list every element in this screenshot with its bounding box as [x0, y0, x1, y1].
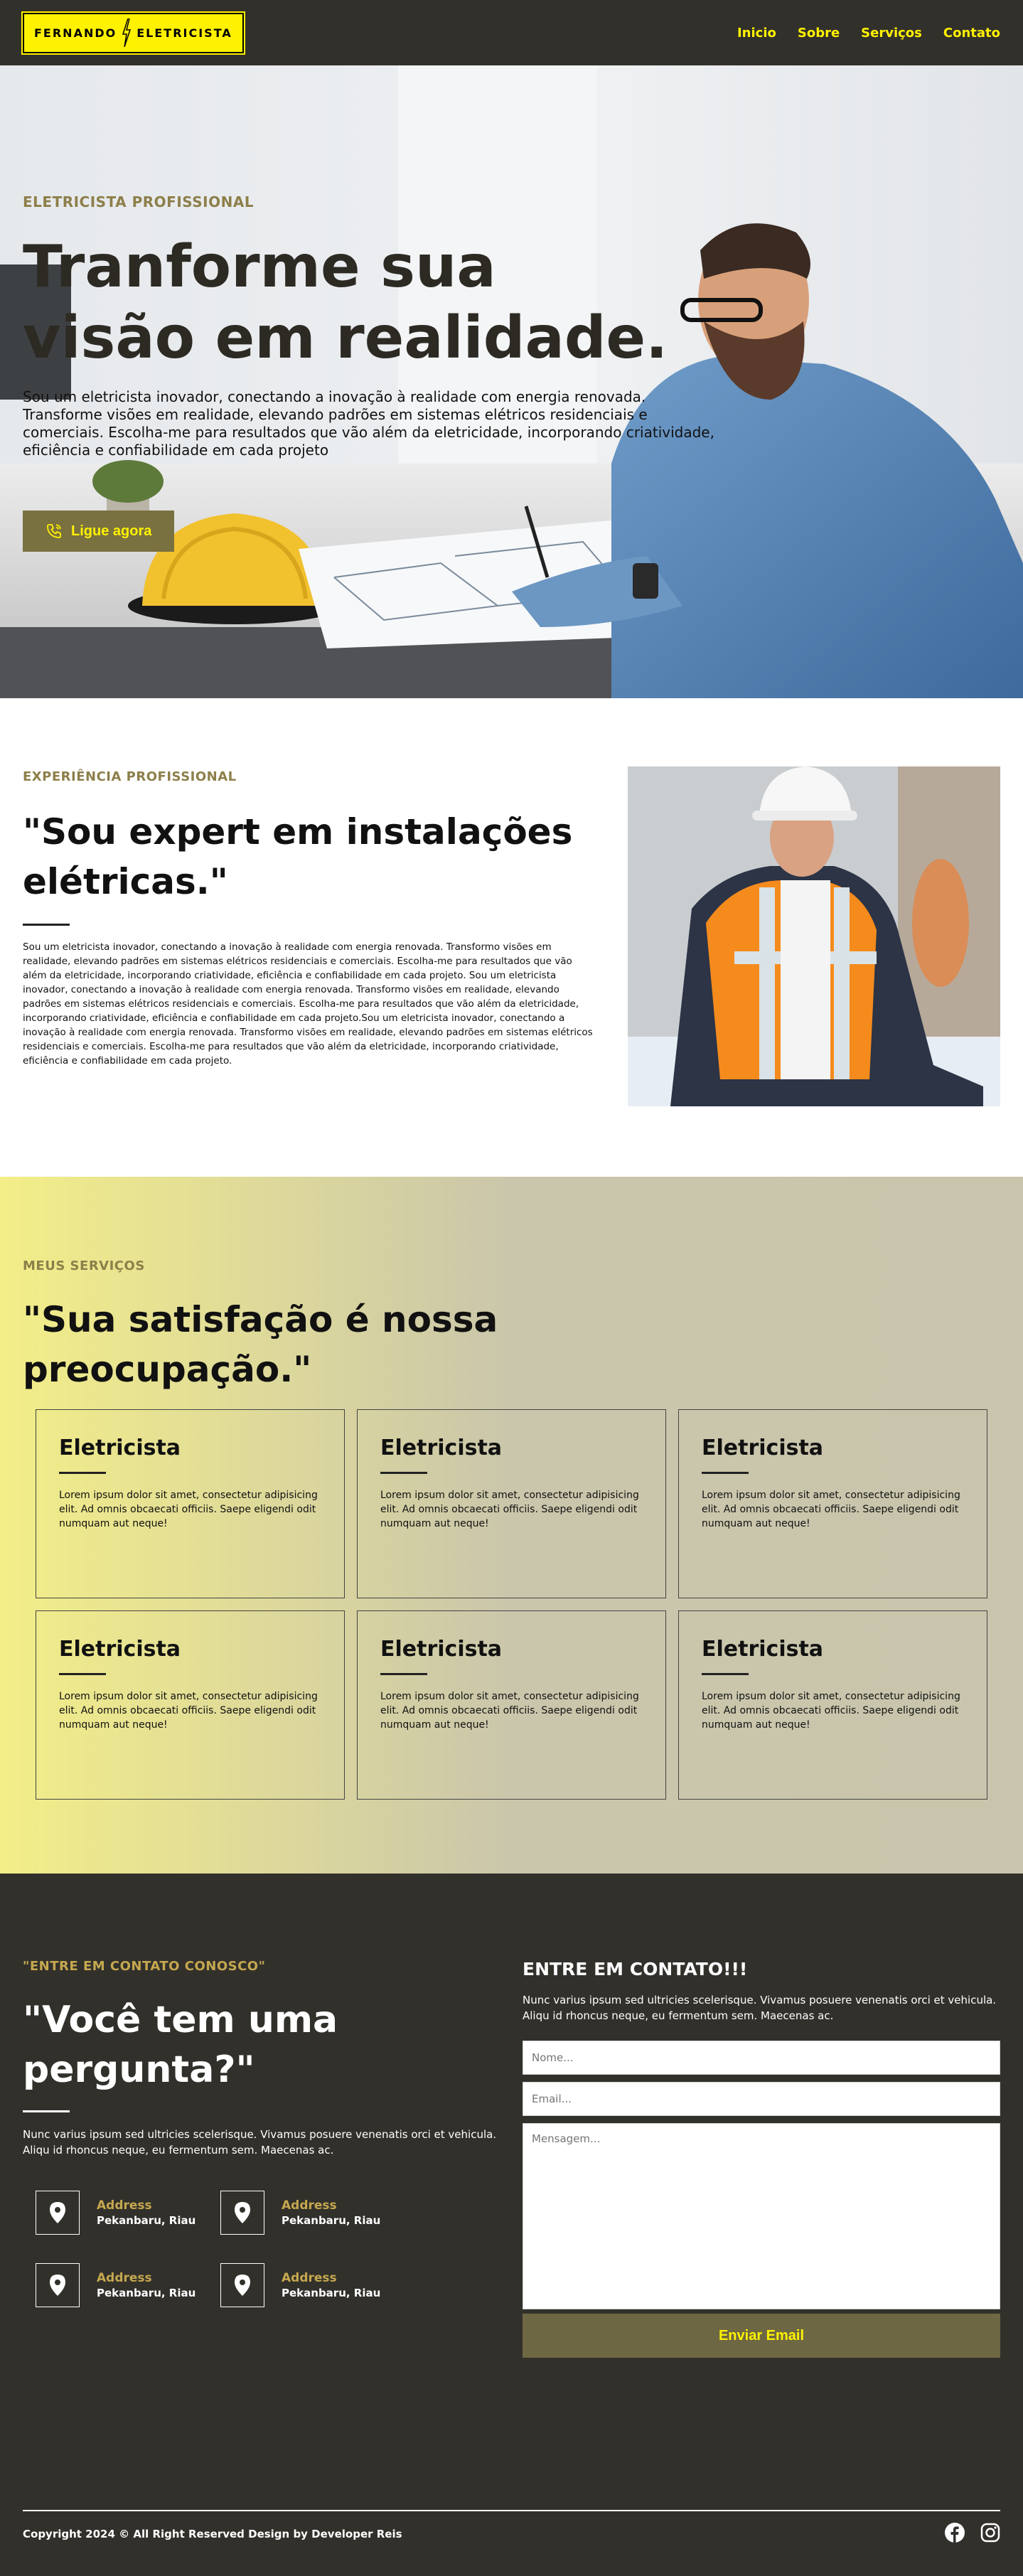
- send-email-button[interactable]: Enviar Email: [523, 2314, 1000, 2358]
- nav-link-sobre[interactable]: Sobre: [798, 26, 840, 41]
- address-label: Address: [97, 2198, 152, 2213]
- service-card-text: Lorem ipsum dolor sit amet, consectetur …: [380, 1691, 639, 1731]
- address-value: Pekanbaru, Riau: [97, 2214, 196, 2227]
- service-card-text: Lorem ipsum dolor sit amet, consectetur …: [59, 1691, 318, 1731]
- service-card-text: Lorem ipsum dolor sit amet, consectetur …: [702, 1691, 960, 1731]
- logo[interactable]: FERNANDO ELETRICISTA: [23, 12, 244, 53]
- service-card-title: Eletricista: [702, 1637, 824, 1662]
- address-item: Address Pekanbaru, Riau: [220, 2191, 405, 2235]
- call-now-button[interactable]: Ligue agora: [23, 511, 175, 552]
- hero-section: ELETRICISTA PROFISSIONAL Tranforme sua v…: [0, 65, 1023, 698]
- service-card[interactable]: Eletricista Lorem ipsum dolor sit amet, …: [36, 1610, 345, 1800]
- nav-link-servicos[interactable]: Serviços: [861, 26, 922, 41]
- phone-icon: [47, 524, 61, 538]
- address-value: Pekanbaru, Riau: [282, 2214, 381, 2227]
- divider: [59, 1673, 106, 1675]
- address-label: Address: [282, 2198, 337, 2213]
- divider: [380, 1673, 427, 1675]
- service-card[interactable]: Eletricista Lorem ipsum dolor sit amet, …: [678, 1610, 987, 1800]
- divider: [702, 1472, 749, 1474]
- site-footer: Copyright 2024 © All Right Reserved Desi…: [23, 2510, 1000, 2545]
- services-section: MEUS SERVIÇOS "Sua satisfação é nossa pr…: [0, 1177, 1023, 1874]
- hero-description: Sou um eletricista inovador, conectando …: [23, 388, 714, 459]
- nav-link-contato[interactable]: Contato: [943, 26, 1000, 41]
- electrician-photo: [628, 766, 1000, 1106]
- service-card-text: Lorem ipsum dolor sit amet, consectetur …: [702, 1490, 960, 1529]
- instagram-icon[interactable]: [980, 2523, 1000, 2545]
- service-cards: Eletricista Lorem ipsum dolor sit amet, …: [36, 1409, 988, 1800]
- name-field[interactable]: [523, 2041, 1000, 2075]
- hero-title: Tranforme sua visão em realidade.: [23, 233, 668, 372]
- main-menu: Inicio Sobre Serviços Contato: [737, 26, 1000, 41]
- address-value: Pekanbaru, Riau: [97, 2287, 196, 2299]
- service-card-text: Lorem ipsum dolor sit amet, consectetur …: [59, 1490, 318, 1529]
- service-card[interactable]: Eletricista Lorem ipsum dolor sit amet, …: [678, 1409, 987, 1598]
- divider: [23, 924, 70, 926]
- service-card[interactable]: Eletricista Lorem ipsum dolor sit amet, …: [357, 1610, 666, 1800]
- nav-link-inicio[interactable]: Inicio: [737, 26, 776, 41]
- service-card-title: Eletricista: [380, 1637, 503, 1662]
- social-links: [945, 2523, 1000, 2545]
- contact-info: "ENTRE EM CONTATO CONOSCO" "Você tem uma…: [23, 1959, 513, 2307]
- address-item: Address Pekanbaru, Riau: [36, 2191, 220, 2235]
- hero-content: ELETRICISTA PROFISSIONAL Tranforme sua v…: [23, 193, 734, 552]
- form-description: Nunc varius ipsum sed ultricies sceleris…: [523, 1994, 997, 2022]
- address-label: Address: [97, 2271, 152, 2285]
- lightning-icon: [122, 18, 132, 47]
- form-title: ENTRE EM CONTATO!!!: [523, 1959, 748, 1979]
- location-pin-icon: [220, 2191, 264, 2235]
- address-value: Pekanbaru, Riau: [282, 2287, 381, 2299]
- logo-text-left: FERNANDO: [34, 26, 117, 40]
- divider: [59, 1472, 106, 1474]
- logo-text-right: ELETRICISTA: [136, 26, 232, 40]
- services-kicker: MEUS SERVIÇOS: [23, 1258, 145, 1273]
- location-pin-icon: [36, 2191, 80, 2235]
- facebook-icon[interactable]: [945, 2523, 965, 2545]
- service-card-title: Eletricista: [380, 1436, 503, 1460]
- location-pin-icon: [220, 2263, 264, 2307]
- email-field[interactable]: [523, 2082, 1000, 2116]
- services-header: MEUS SERVIÇOS "Sua satisfação é nossa pr…: [23, 1258, 520, 1394]
- address-item: Address Pekanbaru, Riau: [220, 2263, 405, 2307]
- navbar: FERNANDO ELETRICISTA Inicio Sobre Serviç…: [0, 0, 1023, 65]
- service-card-title: Eletricista: [59, 1436, 181, 1460]
- contact-section: "ENTRE EM CONTATO CONOSCO" "Você tem uma…: [0, 1874, 1023, 2576]
- call-now-label: Ligue agora: [71, 523, 152, 539]
- divider: [702, 1673, 749, 1675]
- divider: [380, 1472, 427, 1474]
- about-description: Sou um eletricista inovador, conectando …: [23, 941, 593, 1067]
- service-card-title: Eletricista: [702, 1436, 824, 1460]
- about-section: EXPERIÊNCIA PROFISSIONAL "Sou expert em …: [0, 698, 1023, 1177]
- contact-title: "Você tem uma pergunta?": [23, 1999, 338, 2091]
- contact-form: ENTRE EM CONTATO!!! Nunc varius ipsum se…: [523, 1959, 1000, 2358]
- about-kicker: EXPERIÊNCIA PROFISSIONAL: [23, 769, 237, 784]
- about-text: EXPERIÊNCIA PROFISSIONAL "Sou expert em …: [23, 769, 606, 1068]
- address-label: Address: [282, 2271, 337, 2285]
- location-pin-icon: [36, 2263, 80, 2307]
- service-card-title: Eletricista: [59, 1637, 181, 1662]
- services-title: "Sua satisfação é nossa preocupação.": [23, 1299, 498, 1390]
- address-item: Address Pekanbaru, Riau: [36, 2263, 220, 2307]
- hero-kicker: ELETRICISTA PROFISSIONAL: [23, 193, 255, 210]
- site-header: FERNANDO ELETRICISTA Inicio Sobre Serviç…: [0, 0, 1023, 65]
- address-list: Address Pekanbaru, Riau Address Pekanbar…: [36, 2191, 513, 2307]
- service-card[interactable]: Eletricista Lorem ipsum dolor sit amet, …: [36, 1409, 345, 1598]
- contact-kicker: "ENTRE EM CONTATO CONOSCO": [23, 1959, 266, 1974]
- service-card[interactable]: Eletricista Lorem ipsum dolor sit amet, …: [357, 1409, 666, 1598]
- message-field[interactable]: [523, 2123, 1000, 2309]
- contact-description: Nunc varius ipsum sed ultricies sceleris…: [23, 2128, 497, 2157]
- service-card-text: Lorem ipsum dolor sit amet, consectetur …: [380, 1490, 639, 1529]
- divider: [23, 2110, 70, 2112]
- about-title: "Sou expert em instalações elétricas.": [23, 811, 573, 902]
- copyright-text: Copyright 2024 © All Right Reserved Desi…: [23, 2528, 402, 2540]
